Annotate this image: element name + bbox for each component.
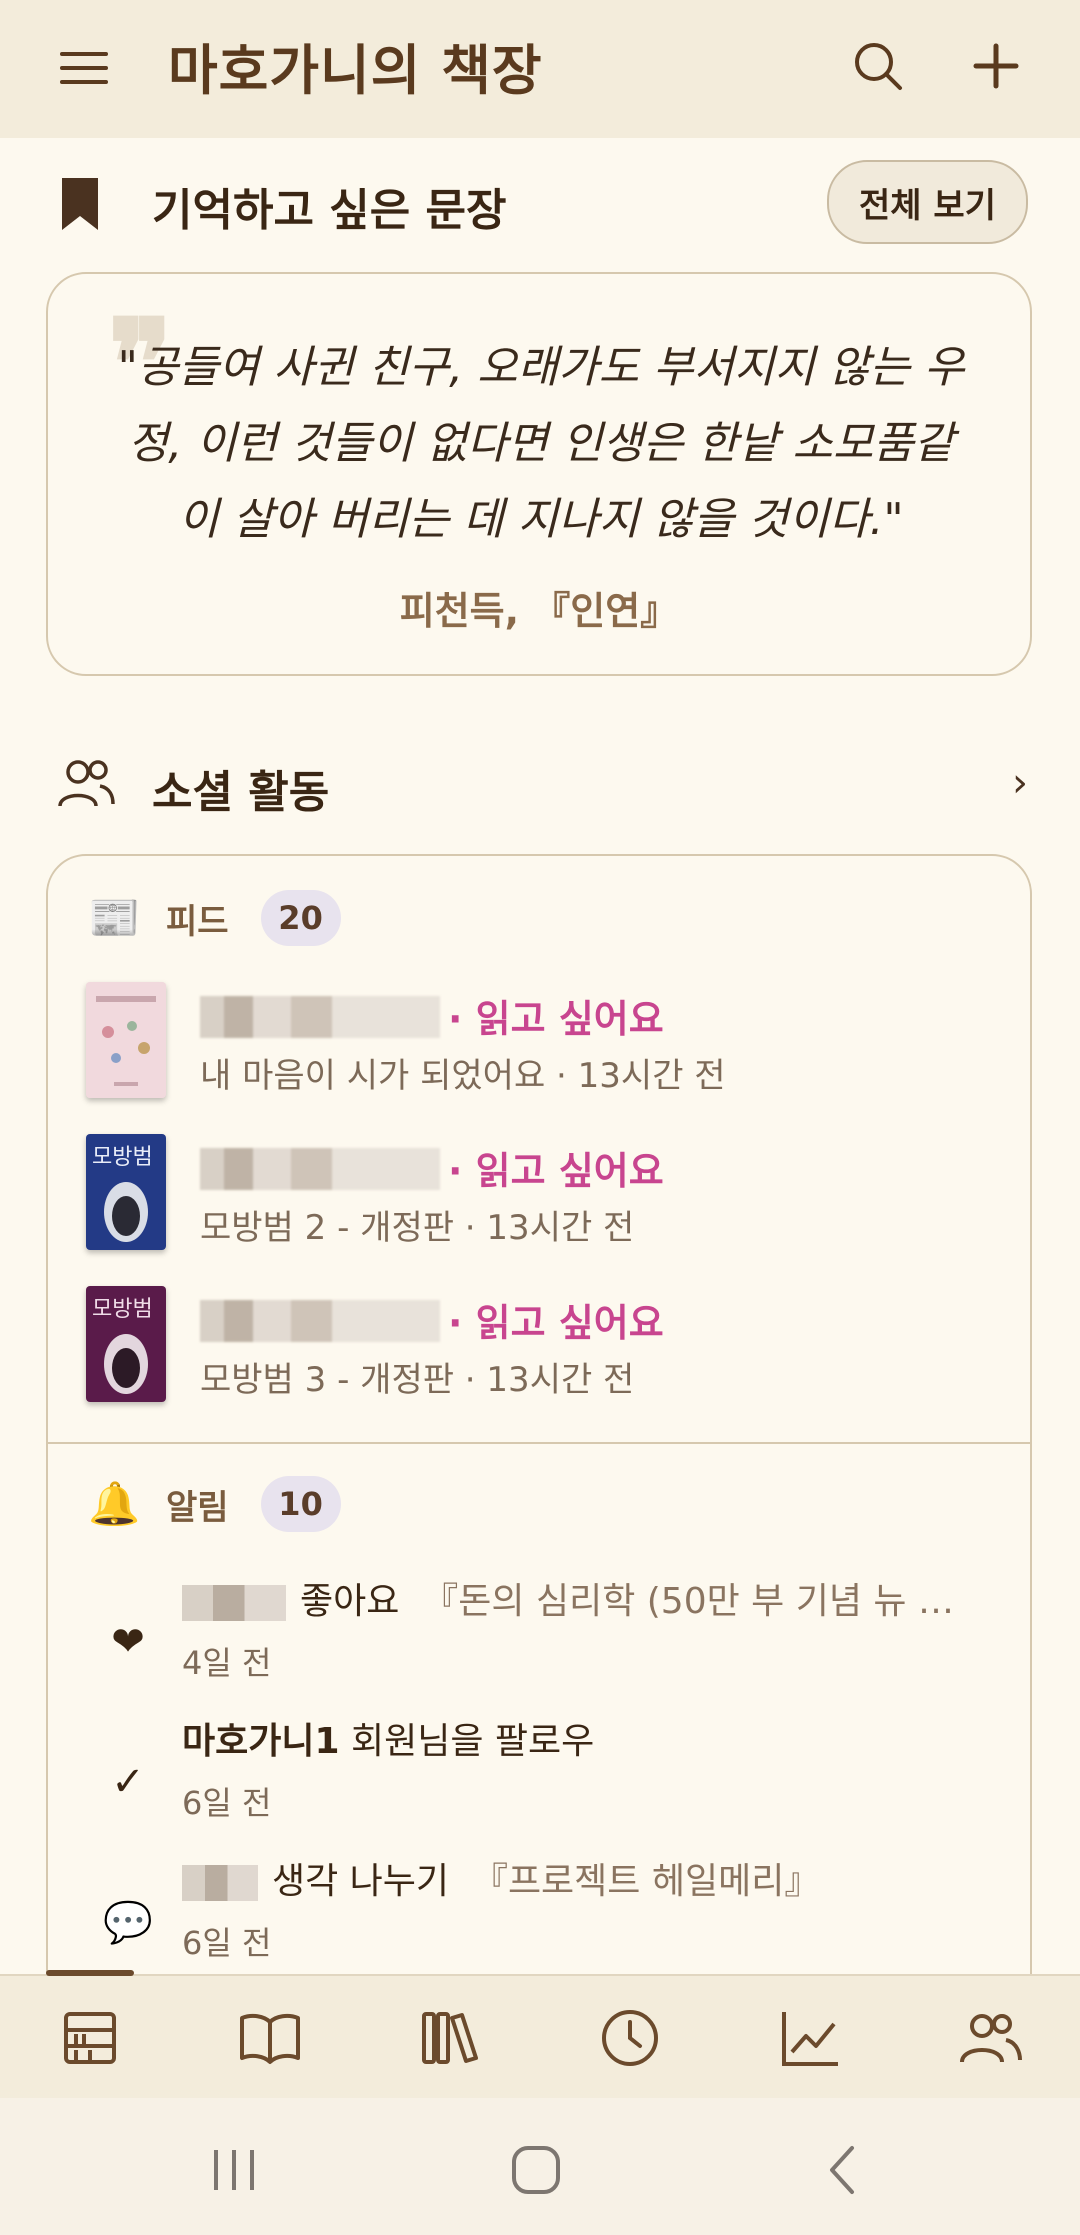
notification-time: 6일 전 (182, 1784, 272, 1822)
search-icon[interactable] (848, 36, 908, 96)
open-book-icon[interactable] (238, 2006, 302, 2070)
clock-icon[interactable] (598, 2006, 662, 2070)
redacted-username (182, 1865, 258, 1901)
feed-item[interactable]: 모방범 · 읽고 싶어요 모방범 2 - 개정판 · 13시간 전 (86, 1134, 986, 1254)
notification-item[interactable]: ❤ 좋아요 『돈의 심리학 (50만 부 기념 뉴 … 4일 전 (48, 1572, 1028, 1682)
view-all-button[interactable]: 전체 보기 (827, 160, 1028, 244)
notification-item[interactable]: 💬 생각 나누기 『프로젝트 헤일메리』 6일 전 (48, 1852, 1028, 1962)
notifications-header[interactable]: 🔔 알림 10 (88, 1474, 341, 1534)
book-cover[interactable] (86, 982, 166, 1098)
quote-text: "공들여 사귄 친구, 오래가도 부서지지 않는 우정, 이런 것들이 없다면 … (117, 342, 965, 545)
social-card: 📰 피드 20 · 읽고 싶어요 내 마음이 시가 되었어요 · 13시간 전 … (46, 854, 1032, 2054)
social-section-header[interactable]: 소셜 활동 › (0, 740, 1080, 830)
notification-action: 생각 나누기 (272, 1861, 450, 1902)
newspaper-icon: 📰 (88, 893, 141, 942)
notification-text: 생각 나누기 『프로젝트 헤일메리』 (182, 1852, 1002, 1904)
feed-meta: 모방범 3 - 개정판 · 13시간 전 (200, 1360, 635, 1400)
feed-item[interactable]: 모방범 · 읽고 싶어요 모방범 3 - 개정판 · 13시간 전 (86, 1286, 986, 1406)
feed-action: · 읽고 싶어요 (448, 997, 664, 1041)
quote-source: 피천득, 『인연』 (399, 589, 679, 633)
menu-icon[interactable] (56, 40, 112, 96)
back-icon[interactable] (816, 2142, 872, 2198)
chevron-right-icon[interactable]: › (1012, 760, 1028, 806)
home-icon[interactable] (508, 2142, 564, 2198)
feed-item[interactable]: · 읽고 싶어요 내 마음이 시가 되었어요 · 13시간 전 (86, 982, 986, 1102)
people-icon[interactable] (958, 2006, 1022, 2070)
notification-item[interactable]: ✓ 마호가니1 회원님을 팔로우 6일 전 (48, 1712, 1028, 1822)
notification-time: 6일 전 (182, 1924, 272, 1962)
quotes-section-title: 기억하고 싶은 문장 (152, 185, 507, 236)
book-cover[interactable]: 모방범 (86, 1286, 166, 1402)
feed-label: 피드 (166, 901, 229, 942)
svg-text:모방범: 모방범 (92, 1297, 153, 1322)
people-icon (58, 760, 115, 807)
heart-icon: ❤ (111, 1619, 145, 1665)
notification-action: 회원님을 팔로우 (350, 1721, 595, 1762)
speech-bubble-icon: 💬 (103, 1899, 153, 1946)
app-title: 마호가니의 책장 (168, 38, 543, 102)
feed-meta: 모방범 2 - 개정판 · 13시간 전 (200, 1208, 635, 1248)
notification-book-title: 『프로젝트 헤일메리』 (471, 1861, 821, 1902)
bottom-nav (0, 1970, 1080, 2100)
notification-user[interactable]: 마호가니1 (182, 1721, 340, 1762)
redacted-username (200, 996, 440, 1038)
bookmark-icon (62, 178, 98, 230)
recent-apps-icon[interactable] (206, 2142, 262, 2198)
notifications-count-badge: 10 (260, 1476, 341, 1532)
feed-meta: 내 마음이 시가 되었어요 · 13시간 전 (200, 1056, 726, 1096)
redacted-username (200, 1148, 440, 1190)
redacted-username (200, 1300, 440, 1342)
quote-card[interactable]: ❞ "공들여 사귄 친구, 오래가도 부서지지 않는 우정, 이런 것들이 없다… (46, 272, 1032, 676)
svg-text:모방범: 모방범 (92, 1145, 153, 1170)
social-section-title: 소셜 활동 (152, 767, 330, 818)
redacted-username (182, 1585, 286, 1621)
quotes-section-header: 기억하고 싶은 문장 전체 보기 (0, 160, 1080, 250)
notifications-label: 알림 (166, 1487, 229, 1528)
notification-text: 좋아요 『돈의 심리학 (50만 부 기념 뉴 … (182, 1572, 1002, 1624)
notification-time: 4일 전 (182, 1644, 272, 1682)
system-nav-bar (0, 2098, 1080, 2235)
feed-header[interactable]: 📰 피드 20 (88, 888, 341, 948)
chart-icon[interactable] (778, 2006, 842, 2070)
active-tab-indicator (46, 1970, 134, 1976)
notification-book-title: 『돈의 심리학 (50만 부 기념 뉴 … (422, 1581, 954, 1622)
feed-count-badge: 20 (260, 890, 341, 946)
app-bar: 마호가니의 책장 (0, 0, 1080, 138)
feed-action: · 읽고 싶어요 (448, 1149, 664, 1193)
check-icon: ✓ (111, 1759, 145, 1805)
plus-icon[interactable] (966, 36, 1026, 96)
section-divider (48, 1442, 1030, 1444)
notification-text: 마호가니1 회원님을 팔로우 (182, 1712, 1002, 1764)
feed-action: · 읽고 싶어요 (448, 1301, 664, 1345)
bell-icon: 🔔 (88, 1479, 141, 1528)
library-icon[interactable] (418, 2006, 482, 2070)
notification-action: 좋아요 (300, 1581, 400, 1622)
book-cover[interactable]: 모방범 (86, 1134, 166, 1250)
bookshelf-icon[interactable] (58, 2006, 122, 2070)
